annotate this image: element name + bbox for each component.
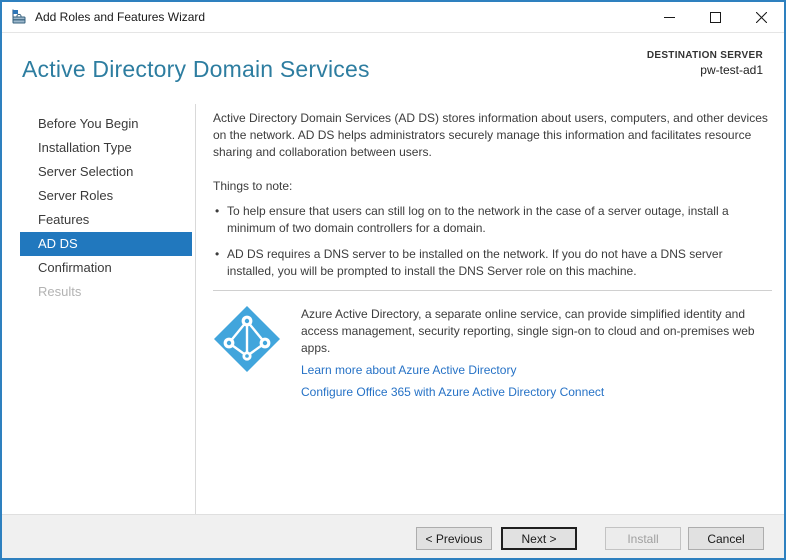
server-manager-icon	[11, 9, 27, 25]
azure-ad-description: Azure Active Directory, a separate onlin…	[301, 306, 772, 357]
bullet-glyph: •	[213, 203, 227, 237]
sidebar-item-features[interactable]: Features	[20, 208, 192, 232]
wizard-header: Active Directory Domain Services DESTINA…	[2, 34, 784, 102]
sidebar-item-results: Results	[20, 280, 192, 304]
note-text: To help ensure that users can still log …	[227, 203, 772, 237]
destination-server-block: DESTINATION SERVER pw-test-ad1	[647, 50, 763, 77]
azure-ad-section: Azure Active Directory, a separate onlin…	[213, 305, 772, 406]
destination-server-name: pw-test-ad1	[647, 63, 763, 77]
sidebar-content-divider	[195, 104, 196, 514]
sidebar-item-installation-type[interactable]: Installation Type	[20, 136, 192, 160]
install-button[interactable]: Install	[605, 527, 681, 550]
window-title: Add Roles and Features Wizard	[35, 2, 205, 33]
wizard-window: Add Roles and Features Wizard Active Dir…	[0, 0, 786, 560]
wizard-page-content: Active Directory Domain Services (AD DS)…	[213, 110, 772, 406]
next-button[interactable]: Next >	[501, 527, 577, 550]
wizard-steps-nav: Before You Begin Installation Type Serve…	[20, 112, 192, 304]
azure-active-directory-icon	[213, 305, 281, 373]
section-divider	[213, 290, 772, 291]
sidebar-item-before-you-begin[interactable]: Before You Begin	[20, 112, 192, 136]
sidebar-item-server-selection[interactable]: Server Selection	[20, 160, 192, 184]
wizard-footer: < Previous Next > Install Cancel	[2, 514, 784, 558]
sidebar-item-ad-ds[interactable]: AD DS	[20, 232, 192, 256]
azure-ad-text: Azure Active Directory, a separate onlin…	[301, 305, 772, 406]
things-to-note-label: Things to note:	[213, 178, 772, 195]
caption-buttons	[646, 2, 784, 33]
previous-button[interactable]: < Previous	[416, 527, 492, 550]
minimize-icon[interactable]	[646, 2, 692, 33]
sidebar-item-server-roles[interactable]: Server Roles	[20, 184, 192, 208]
bullet-glyph: •	[213, 246, 227, 280]
intro-paragraph: Active Directory Domain Services (AD DS)…	[213, 110, 772, 161]
destination-server-label: DESTINATION SERVER	[647, 50, 763, 61]
list-item: • To help ensure that users can still lo…	[213, 203, 772, 237]
sidebar-item-confirmation[interactable]: Confirmation	[20, 256, 192, 280]
page-title: Active Directory Domain Services	[22, 56, 370, 83]
notes-list: • To help ensure that users can still lo…	[213, 203, 772, 280]
note-text: AD DS requires a DNS server to be instal…	[227, 246, 772, 280]
link-learn-more-azure-ad[interactable]: Learn more about Azure Active Directory	[301, 362, 516, 379]
maximize-icon[interactable]	[692, 2, 738, 33]
titlebar: Add Roles and Features Wizard	[2, 2, 784, 33]
list-item: • AD DS requires a DNS server to be inst…	[213, 246, 772, 280]
close-icon[interactable]	[738, 2, 784, 33]
link-configure-office365-aad-connect[interactable]: Configure Office 365 with Azure Active D…	[301, 384, 604, 401]
cancel-button[interactable]: Cancel	[688, 527, 764, 550]
